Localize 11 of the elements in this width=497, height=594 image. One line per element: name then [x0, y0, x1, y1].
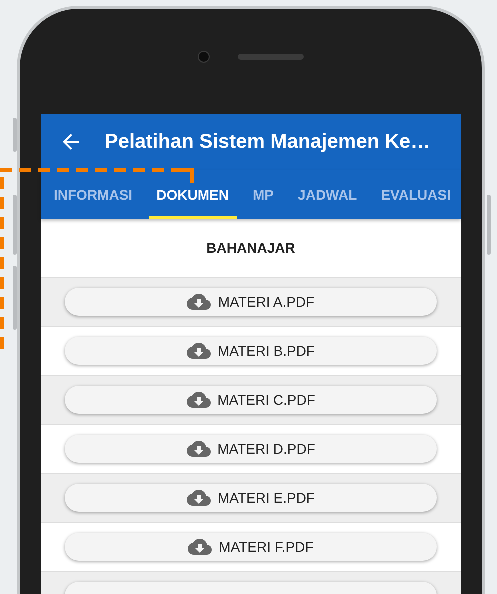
app-title: Pelatihan Sistem Manajemen Ke… [105, 130, 431, 154]
download-button[interactable]: MATERI D.PDF [65, 435, 437, 463]
camera-icon [198, 50, 210, 62]
download-button[interactable]: MATERI F.PDF [65, 533, 437, 561]
download-button[interactable]: MATERI A.PDF [65, 288, 437, 316]
tab[interactable]: DOKUMEN [148, 170, 237, 219]
speaker-grille [238, 54, 304, 60]
download-button[interactable]: MATERI B.PDF [65, 337, 437, 365]
section-title: BAHANAJAR [206, 240, 296, 256]
download-button[interactable]: MATERI C.PDF [65, 386, 437, 414]
download-button[interactable]: MATERI E.PDF [65, 484, 437, 512]
